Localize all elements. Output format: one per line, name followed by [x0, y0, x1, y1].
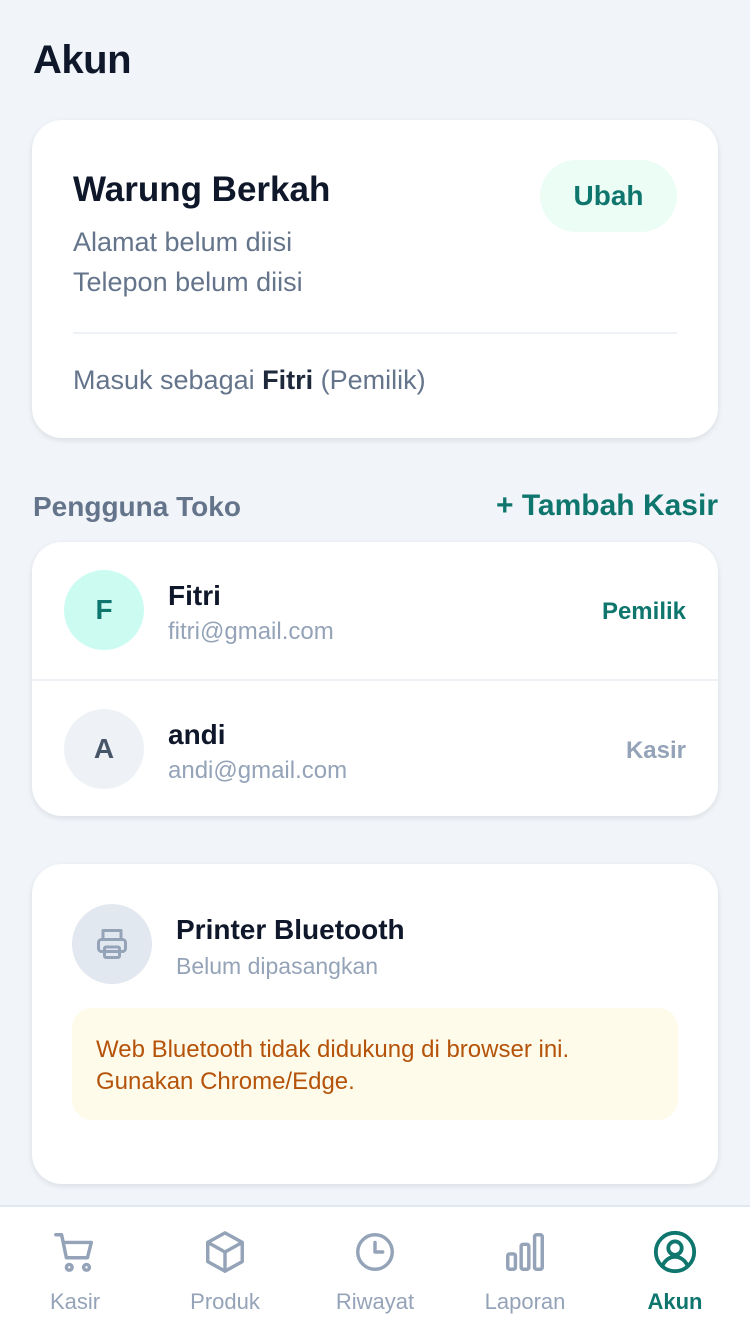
warning-line: Web Bluetooth tidak didukung di browser …	[96, 1036, 570, 1063]
user-role-badge: Pemilik	[601, 598, 686, 625]
add-cashier-button[interactable]: + Tambah Kasir	[496, 489, 718, 523]
warning-line: Gunakan Chrome/Edge.	[96, 1068, 355, 1095]
avatar: F	[64, 570, 144, 650]
account-page: Akun Warung Berkah Alamat belum diisi Te…	[0, 0, 750, 1334]
nav-label: Produk	[190, 1289, 260, 1314]
store-address: Alamat belum diisi	[73, 227, 293, 257]
nav-label: Kasir	[49, 1289, 101, 1314]
bluetooth-warning: Web Bluetooth tidak didukung di browser …	[72, 1008, 678, 1120]
nav-item-riwayat[interactable]: Riwayat	[300, 1207, 450, 1334]
nav-item-laporan[interactable]: Laporan	[450, 1207, 600, 1334]
users-card: F Fitri fitri@gmail.com Pemilik A andi a…	[32, 542, 718, 816]
edit-store-button[interactable]: Ubah	[540, 160, 677, 232]
user-name: Fitri	[168, 580, 221, 611]
login-prefix: Masuk sebagai	[73, 365, 255, 395]
login-role: (Pemilik)	[320, 365, 426, 395]
printer-status: Belum dipasangkan	[176, 953, 379, 979]
nav-item-akun[interactable]: Akun	[600, 1207, 750, 1334]
logged-in-as: Masuk sebagai Fitri (Pemilik)	[73, 365, 426, 396]
bottom-nav: Kasir Produk Riwayat Laporan Akun	[0, 1205, 750, 1334]
store-card: Warung Berkah Alamat belum diisi Telepon…	[32, 120, 718, 438]
users-section-title: Pengguna Toko	[33, 491, 241, 522]
user-email: andi@gmail.com	[168, 757, 348, 784]
user-email: fitri@gmail.com	[168, 618, 334, 645]
divider	[73, 332, 677, 334]
page-title: Akun	[33, 38, 132, 82]
nav-item-kasir[interactable]: Kasir	[0, 1207, 150, 1334]
user-name: andi	[168, 719, 226, 750]
clock-icon	[356, 1233, 394, 1271]
nav-label: Riwayat	[335, 1289, 415, 1314]
store-phone: Telepon belum diisi	[73, 267, 303, 297]
printer-title: Printer Bluetooth	[176, 914, 405, 945]
login-user: Fitri	[262, 365, 314, 395]
user-role-badge: Kasir	[625, 737, 686, 764]
store-name: Warung Berkah	[73, 170, 331, 209]
printer-icon[interactable]	[72, 904, 152, 984]
user-row[interactable]: A andi andi@gmail.com Kasir	[32, 679, 718, 816]
bar-chart-icon	[506, 1233, 544, 1271]
box-icon	[206, 1231, 244, 1273]
nav-item-produk[interactable]: Produk	[150, 1207, 300, 1334]
avatar: A	[64, 709, 144, 789]
nav-label: Laporan	[484, 1289, 566, 1314]
user-circle-icon	[653, 1230, 697, 1274]
nav-label: Akun	[647, 1289, 703, 1314]
printer-card: Printer Bluetooth Belum dipasangkan Web …	[32, 864, 718, 1184]
cart-icon	[54, 1233, 94, 1272]
user-row[interactable]: F Fitri fitri@gmail.com Pemilik	[32, 542, 718, 679]
